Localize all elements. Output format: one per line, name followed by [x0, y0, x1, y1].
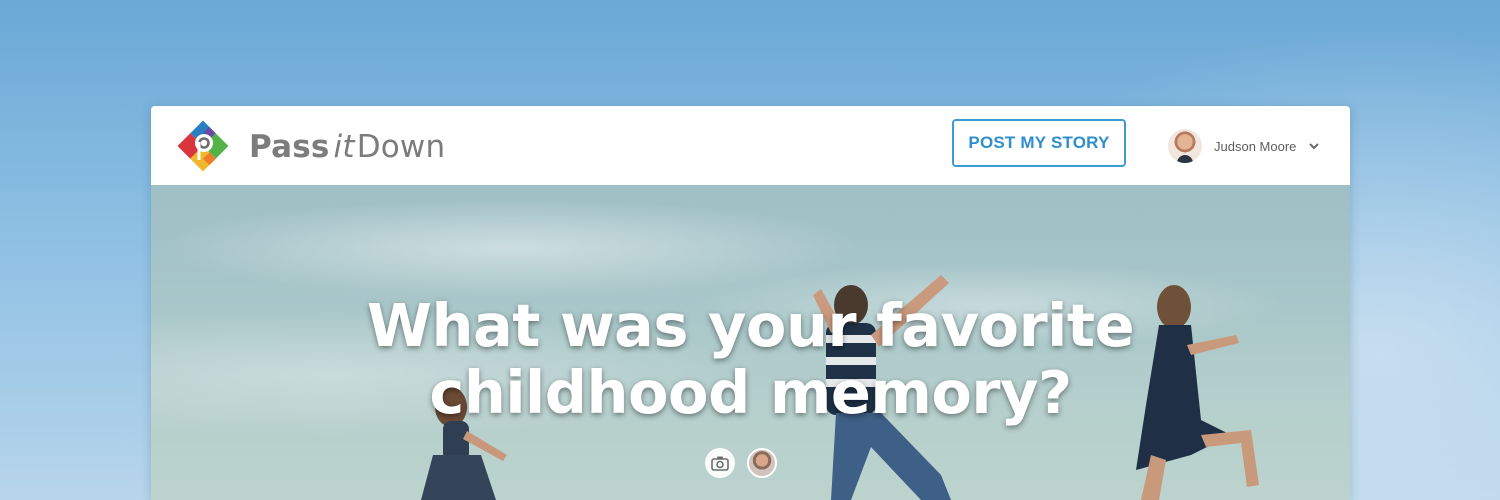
brand-name[interactable]: Pass itDown	[249, 128, 445, 166]
story-meta	[705, 448, 777, 478]
camera-glyph	[711, 456, 729, 471]
headline-line-2: childhood memory?	[429, 358, 1072, 427]
question-headline: What was your favorite childhood memory?	[151, 292, 1350, 426]
brand-pass: Pass	[249, 129, 330, 165]
author-avatar[interactable]	[747, 448, 777, 478]
brand-it: it	[333, 129, 355, 165]
brand-down: Down	[356, 129, 446, 165]
pass-it-down-logo[interactable]	[175, 118, 231, 174]
chevron-down-icon[interactable]	[1308, 141, 1320, 151]
post-my-story-button[interactable]: POST MY STORY	[952, 119, 1126, 167]
user-menu[interactable]: Judson Moore	[1168, 129, 1320, 163]
hero-banner: What was your favorite childhood memory?	[151, 185, 1350, 500]
user-avatar[interactable]	[1168, 129, 1202, 163]
top-navbar: Pass itDown POST MY STORY Judson Moore	[151, 106, 1350, 185]
camera-icon[interactable]	[705, 448, 735, 478]
app-window: Pass itDown POST MY STORY Judson Moore W…	[151, 106, 1350, 500]
headline-line-1: What was your favorite	[366, 291, 1135, 360]
user-name[interactable]: Judson Moore	[1214, 139, 1296, 154]
